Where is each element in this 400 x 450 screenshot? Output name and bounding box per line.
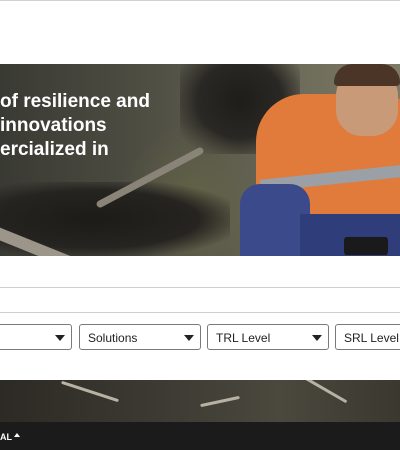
filter-dropdown-trl-level[interactable]: TRL Level xyxy=(207,324,329,350)
field-worker-image xyxy=(240,64,400,256)
top-header xyxy=(0,0,400,64)
chevron-down-icon xyxy=(55,335,65,341)
hero-title: of resilience and innovations ercialized… xyxy=(0,90,240,162)
footer-label[interactable]: AL xyxy=(0,432,12,442)
filter-srl-label: SRL Level xyxy=(344,331,399,345)
header-border xyxy=(0,0,400,1)
filter-trl-label: TRL Level xyxy=(216,331,271,345)
background-image-strip xyxy=(0,380,400,422)
twig-image xyxy=(200,395,240,408)
hero-title-line-2: innovations xyxy=(0,115,107,136)
hero-title-line-1: of resilience and xyxy=(0,91,150,112)
hero-banner: of resilience and innovations ercialized… xyxy=(0,64,400,256)
twig-image xyxy=(302,380,348,404)
hero-title-line-3: ercialized in xyxy=(0,139,109,160)
handheld-device xyxy=(344,237,388,255)
chevron-down-icon xyxy=(312,335,322,341)
footer-bar: AL xyxy=(0,422,400,450)
filter-dropdown-srl-level[interactable]: SRL Level xyxy=(335,324,400,350)
filter-dropdown-solutions[interactable]: Solutions xyxy=(79,324,201,350)
filter-dropdown-first[interactable] xyxy=(0,324,72,350)
chevron-up-icon[interactable] xyxy=(14,433,20,437)
twig-image xyxy=(61,380,119,403)
chevron-down-icon xyxy=(184,335,194,341)
search-bar-bottom-border xyxy=(0,312,400,313)
search-bar-top-border xyxy=(0,287,400,288)
worker-hair xyxy=(334,64,400,86)
filter-solutions-label: Solutions xyxy=(88,331,138,345)
